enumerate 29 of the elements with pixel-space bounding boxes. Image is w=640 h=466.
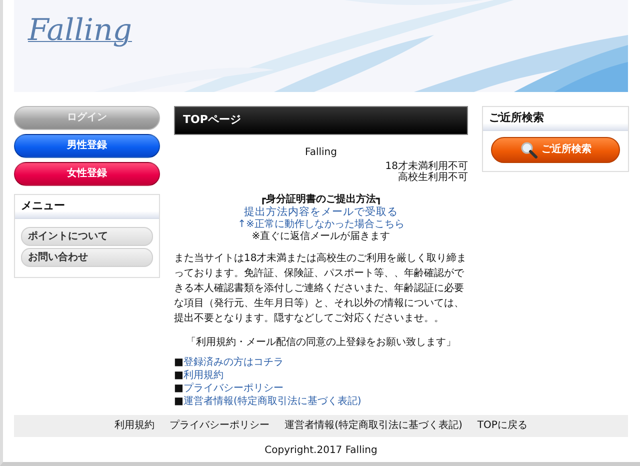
info-link[interactable]: 登録済みの方はコチラ xyxy=(183,356,284,368)
agreement-text: 「利用規約・メール配信の同意の上登録をお願い致します」 xyxy=(185,336,457,350)
site-name: Falling xyxy=(304,146,338,160)
page-title: TOPページ xyxy=(174,106,468,134)
menu-item[interactable]: お問い合わせ xyxy=(21,248,153,266)
reply-note: ※直ぐに返信メールが届きます xyxy=(250,230,392,242)
info-link[interactable]: 利用規約 xyxy=(183,370,224,380)
age-notice: 18才未満利用不可 xyxy=(384,160,468,172)
footer-link[interactable]: TOPに戻る xyxy=(477,418,528,433)
bullet-icon: ■ xyxy=(174,370,184,380)
menu-item[interactable]: ポイントについて xyxy=(21,226,153,246)
register-button[interactable]: 女性登録 xyxy=(14,162,160,186)
bullet-icon: ■ xyxy=(174,396,184,406)
footer-link[interactable]: 利用規約 xyxy=(114,418,155,433)
fallback-link[interactable]: ↑※正常に動作しなかった場合こちら xyxy=(174,218,468,230)
notice-paragraph: また当サイトは18才未満または高校生のご利用を厳しく取り締まっております。免許証、保険証、パスポート等、、年齢確認ができる本人確認書類を添付しご連絡くださいまた、年齢認証に必要な項目（発行元、生年月日等）と、それ以外の情報については、提出不要となります。隠すなどしてご対応くださいませ。。 xyxy=(174,252,468,326)
id-heading: ┏身分証明書のご提出方法┓ xyxy=(258,192,384,206)
register-button[interactable]: 男性登録 xyxy=(14,134,160,158)
bullet-icon: ■ xyxy=(174,356,184,368)
bullet-icon: ■ xyxy=(174,382,184,394)
footer-link[interactable]: 運営者情報(特定商取引法に基づく表記) xyxy=(284,418,462,433)
site-logo[interactable]: Falling xyxy=(14,14,132,47)
search-icon xyxy=(520,140,538,158)
footer-link[interactable]: プライバシーポリシー xyxy=(170,418,270,433)
copyright-text: Copyright.2017 Falling xyxy=(264,444,378,458)
age-notice: 高校生利用不可 xyxy=(397,172,468,182)
info-link[interactable]: プライバシーポリシー xyxy=(183,382,284,394)
mail-link[interactable]: 提出方法内容をメールで受取る xyxy=(244,206,398,218)
info-link[interactable]: 運営者情報(特定商取引法に基づく表記) xyxy=(183,396,362,406)
